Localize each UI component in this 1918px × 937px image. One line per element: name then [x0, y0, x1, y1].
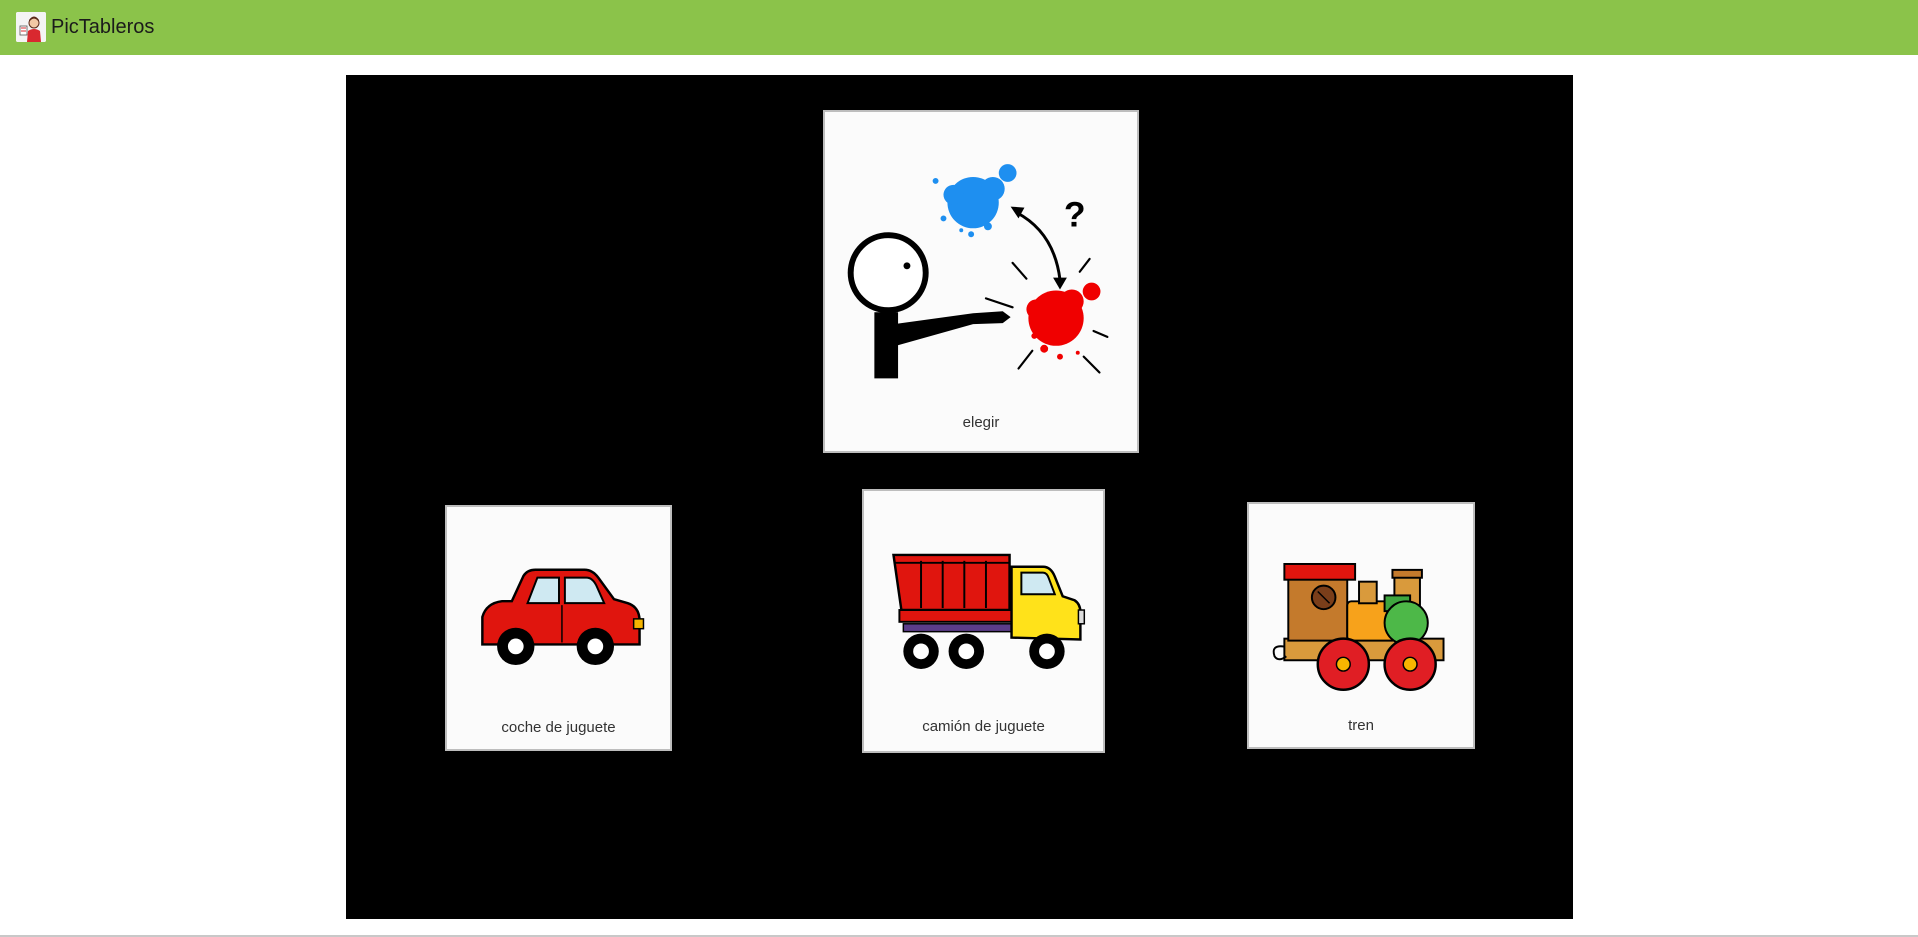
card-label: coche de juguete — [501, 719, 616, 736]
card-label: camión de juguete — [922, 718, 1045, 735]
card-elegir[interactable]: ? elegir — [823, 110, 1139, 453]
card-label: tren — [1348, 717, 1374, 734]
pictogram-board: ? elegir coche de juguete camión de jugu… — [346, 75, 1573, 919]
card-label: elegir — [962, 414, 1000, 431]
card-coche-de-juguete[interactable]: coche de juguete — [445, 505, 672, 751]
app-logo-icon — [16, 12, 46, 42]
toy-car-icon — [481, 568, 645, 666]
toy-train-icon — [1272, 563, 1445, 691]
card-tren[interactable]: tren — [1247, 502, 1475, 749]
svg-text:?: ? — [1064, 194, 1086, 234]
choose-pictogram-icon: ? — [847, 164, 1109, 379]
card-camion-de-juguete[interactable]: camión de juguete — [862, 489, 1105, 753]
toy-truck-icon — [892, 553, 1086, 670]
app-title: PicTableros — [51, 16, 155, 38]
app-header: PicTableros — [0, 0, 1918, 55]
